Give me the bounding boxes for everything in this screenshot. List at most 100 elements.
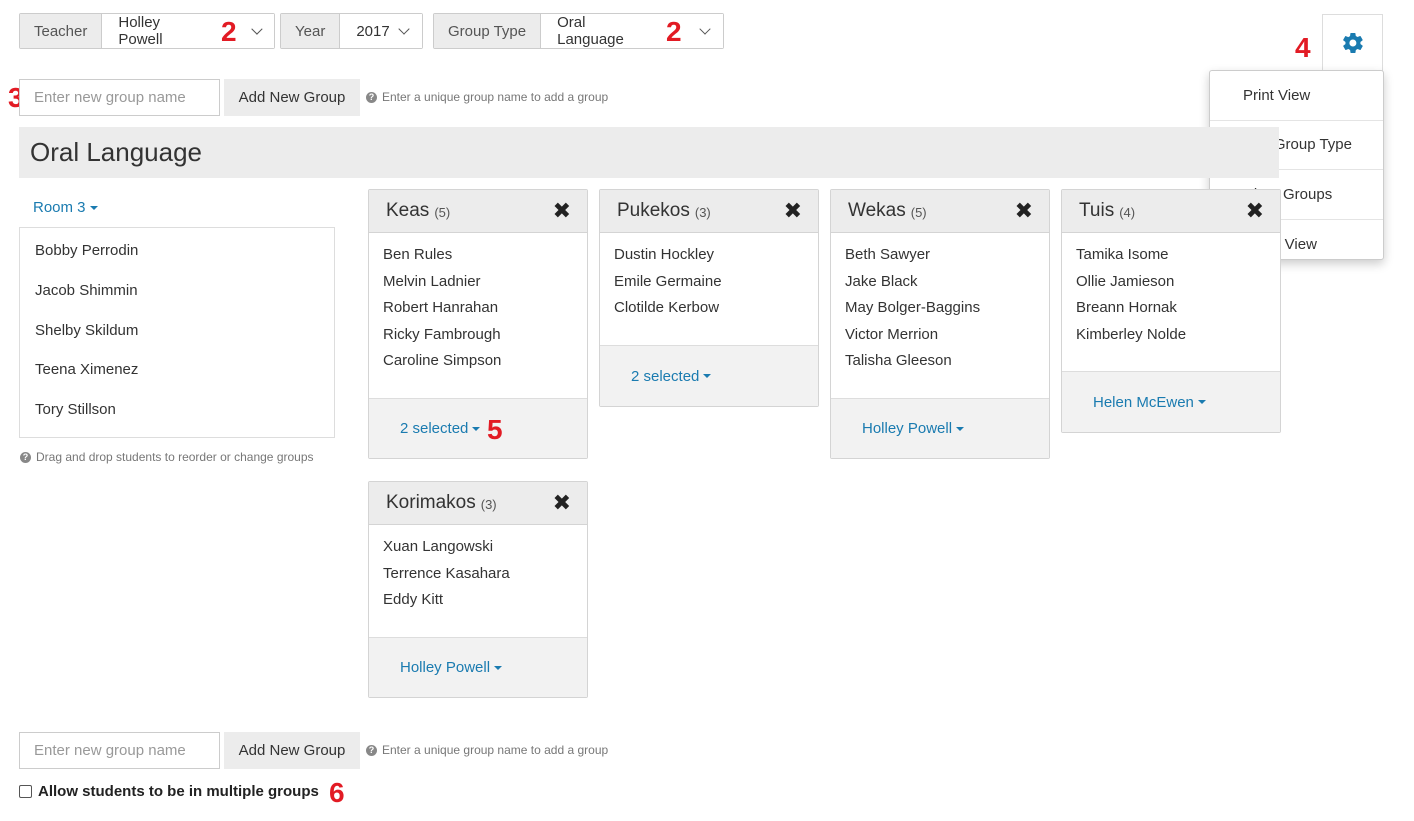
group-count: (5)	[434, 205, 451, 220]
student-item[interactable]: Dustin Hockley	[614, 246, 818, 273]
close-icon[interactable]: ✖	[553, 200, 571, 222]
student-item[interactable]: Ollie Jamieson	[1076, 273, 1280, 300]
group-header: Korimakos (3) ✖	[369, 482, 587, 525]
chevron-down-icon	[398, 23, 410, 35]
group-teacher-dropdown[interactable]: Helen McEwen	[1062, 371, 1280, 432]
multi-group-label: Allow students to be in multiple groups	[38, 783, 319, 800]
class-filter-label: Room 3	[33, 199, 86, 216]
year-select-value: 2017	[356, 22, 390, 40]
teacher-select-value: Holley Powell	[118, 14, 163, 48]
add-group-hint-text: Enter a unique group name to add a group	[382, 743, 609, 757]
group-header: Tuis (4) ✖	[1062, 190, 1280, 233]
caret-down-icon	[89, 206, 98, 211]
group-count: (4)	[1119, 205, 1136, 220]
drag-hint-text: Drag and drop students to reorder or cha…	[36, 450, 314, 464]
group-card-korimakos: Korimakos (3) ✖ Xuan Langowski Terrence …	[368, 481, 588, 698]
settings-button[interactable]	[1322, 14, 1383, 71]
group-footer-label: Holley Powell	[862, 420, 953, 437]
add-new-group-button-bottom[interactable]: Add New Group	[224, 732, 360, 769]
group-type-filter-label: Group Type	[434, 14, 542, 48]
group-student-list: Tamika Isome Ollie Jamieson Breann Horna…	[1062, 233, 1280, 371]
question-circle-icon: ?	[20, 451, 31, 463]
new-group-name-input-bottom[interactable]: Enter new group name	[19, 732, 220, 769]
group-student-list: Ben Rules Melvin Ladnier Robert Hanrahan…	[369, 233, 587, 398]
group-card-pukekos: Pukekos (3) ✖ Dustin Hockley Emile Germa…	[599, 189, 819, 407]
multi-group-option[interactable]: Allow students to be in multiple groups	[19, 783, 319, 800]
class-filter-dropdown[interactable]: Room 3	[33, 199, 98, 216]
student-item[interactable]: Melvin Ladnier	[383, 273, 587, 300]
teacher-filter[interactable]: Teacher Holley Powell	[19, 13, 276, 49]
student-item[interactable]: Ben Rules	[383, 246, 587, 273]
caret-down-icon	[472, 426, 481, 431]
student-item[interactable]: Clotilde Kerbow	[614, 299, 818, 326]
student-item[interactable]: Eddy Kitt	[383, 591, 587, 618]
student-item[interactable]: Xuan Langowski	[383, 538, 587, 565]
caret-down-icon	[703, 374, 712, 378]
student-item[interactable]: Tamika Isome	[1076, 246, 1280, 273]
teacher-select[interactable]: Holley Powell	[102, 14, 275, 48]
student-item[interactable]: Robert Hanrahan	[383, 299, 587, 326]
group-type-select[interactable]: Oral Language	[541, 14, 724, 48]
student-item[interactable]: Tory Stillson	[35, 401, 334, 441]
group-footer-label: Holley Powell	[400, 659, 491, 676]
annotation-marker-2: 2	[666, 16, 682, 47]
close-icon[interactable]: ✖	[784, 200, 802, 222]
year-filter-label: Year	[281, 14, 341, 48]
group-name: Tuis	[1079, 200, 1115, 221]
annotation-marker-6: 6	[329, 777, 345, 808]
student-item[interactable]: Teena Ximenez	[35, 361, 334, 401]
question-circle-icon: ?	[366, 744, 377, 756]
caret-down-icon	[494, 665, 503, 670]
student-item[interactable]: Terrence Kasahara	[383, 565, 587, 592]
student-item[interactable]: Jake Black	[845, 273, 1049, 300]
student-item[interactable]: Talisha Gleeson	[845, 352, 1049, 379]
student-item[interactable]: Bobby Perrodin	[35, 242, 334, 282]
group-count: (3)	[694, 205, 711, 220]
teacher-filter-label: Teacher	[20, 14, 103, 48]
student-item[interactable]: Beth Sawyer	[845, 246, 1049, 273]
group-count: (5)	[910, 205, 927, 220]
group-card-wekas: Wekas (5) ✖ Beth Sawyer Jake Black May B…	[830, 189, 1050, 459]
student-item[interactable]: Kimberley Nolde	[1076, 326, 1280, 353]
new-group-name-input[interactable]: Enter new group name	[19, 79, 220, 116]
unassigned-student-list: Bobby Perrodin Jacob Shimmin Shelby Skil…	[19, 227, 335, 438]
student-item[interactable]: Shelby Skildum	[35, 322, 334, 362]
group-teacher-dropdown[interactable]: Holley Powell	[831, 398, 1049, 458]
group-teacher-dropdown[interactable]: 2 selected	[369, 398, 587, 458]
page-title-bar: Oral Language	[19, 127, 1279, 178]
student-item[interactable]: Breann Hornak	[1076, 299, 1280, 326]
chevron-down-icon	[699, 23, 711, 35]
student-item[interactable]: Victor Merrion	[845, 326, 1049, 353]
add-group-hint-text: Enter a unique group name to add a group	[382, 90, 609, 104]
page-title: Oral Language	[30, 137, 203, 167]
add-group-hint: ? Enter a unique group name to add a gro…	[366, 90, 608, 104]
student-item[interactable]: Emile Germaine	[614, 273, 818, 300]
year-filter[interactable]: Year 2017	[280, 13, 423, 49]
student-item[interactable]: May Bolger-Baggins	[845, 299, 1049, 326]
group-teacher-dropdown[interactable]: Holley Powell	[369, 637, 587, 697]
add-group-hint-bottom: ? Enter a unique group name to add a gro…	[366, 743, 608, 757]
group-type-select-value: Oral Language	[557, 14, 624, 48]
year-select[interactable]: 2017	[340, 14, 422, 48]
group-footer-label: 2 selected	[400, 420, 469, 437]
close-icon[interactable]: ✖	[1015, 200, 1033, 222]
group-header: Pukekos (3) ✖	[600, 190, 818, 233]
annotation-marker-5: 5	[487, 414, 503, 445]
gear-icon	[1342, 32, 1363, 54]
caret-down-icon	[956, 426, 965, 431]
close-icon[interactable]: ✖	[553, 492, 571, 514]
menu-item-print-view[interactable]: Print View	[1210, 71, 1383, 121]
student-item[interactable]: Caroline Simpson	[383, 352, 587, 379]
group-teacher-dropdown[interactable]: 2 selected	[600, 345, 818, 406]
group-name: Wekas	[848, 200, 906, 221]
group-name: Pukekos	[617, 200, 690, 221]
student-item[interactable]: Jacob Shimmin	[35, 282, 334, 322]
caret-down-icon	[1197, 400, 1206, 404]
group-student-list: Beth Sawyer Jake Black May Bolger-Baggin…	[831, 233, 1049, 398]
close-icon[interactable]: ✖	[1246, 200, 1264, 222]
group-card-keas: Keas (5) ✖ Ben Rules Melvin Ladnier Robe…	[368, 189, 588, 459]
add-new-group-button[interactable]: Add New Group	[224, 79, 360, 116]
group-name: Keas	[386, 200, 430, 221]
student-item[interactable]: Ricky Fambrough	[383, 326, 587, 353]
multi-group-checkbox[interactable]	[19, 785, 32, 798]
